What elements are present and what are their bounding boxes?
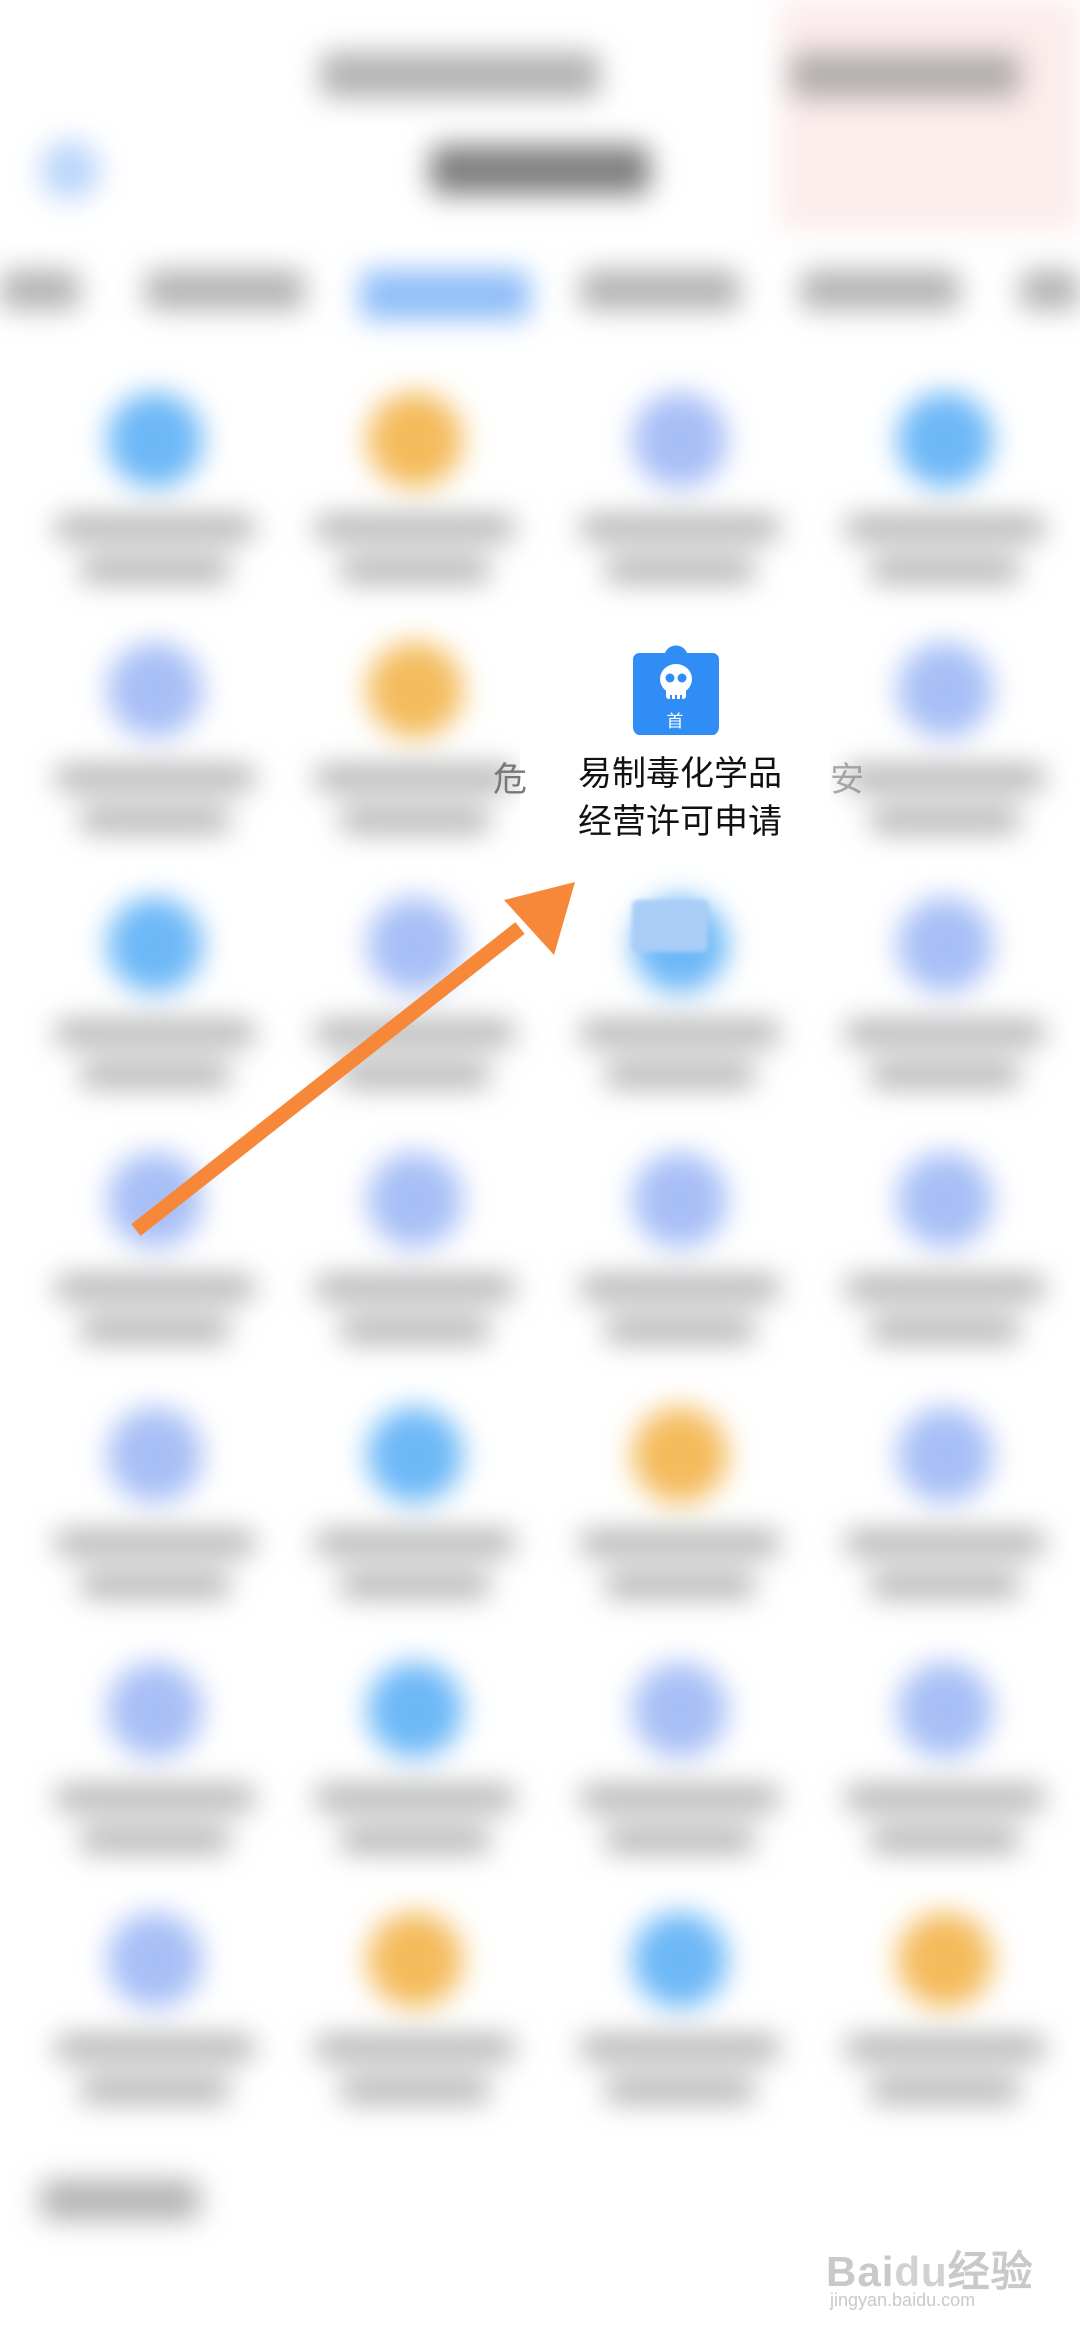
annotation-arrow (131, 882, 575, 1236)
watermark-url: jingyan.baidu.com (830, 2290, 976, 2310)
